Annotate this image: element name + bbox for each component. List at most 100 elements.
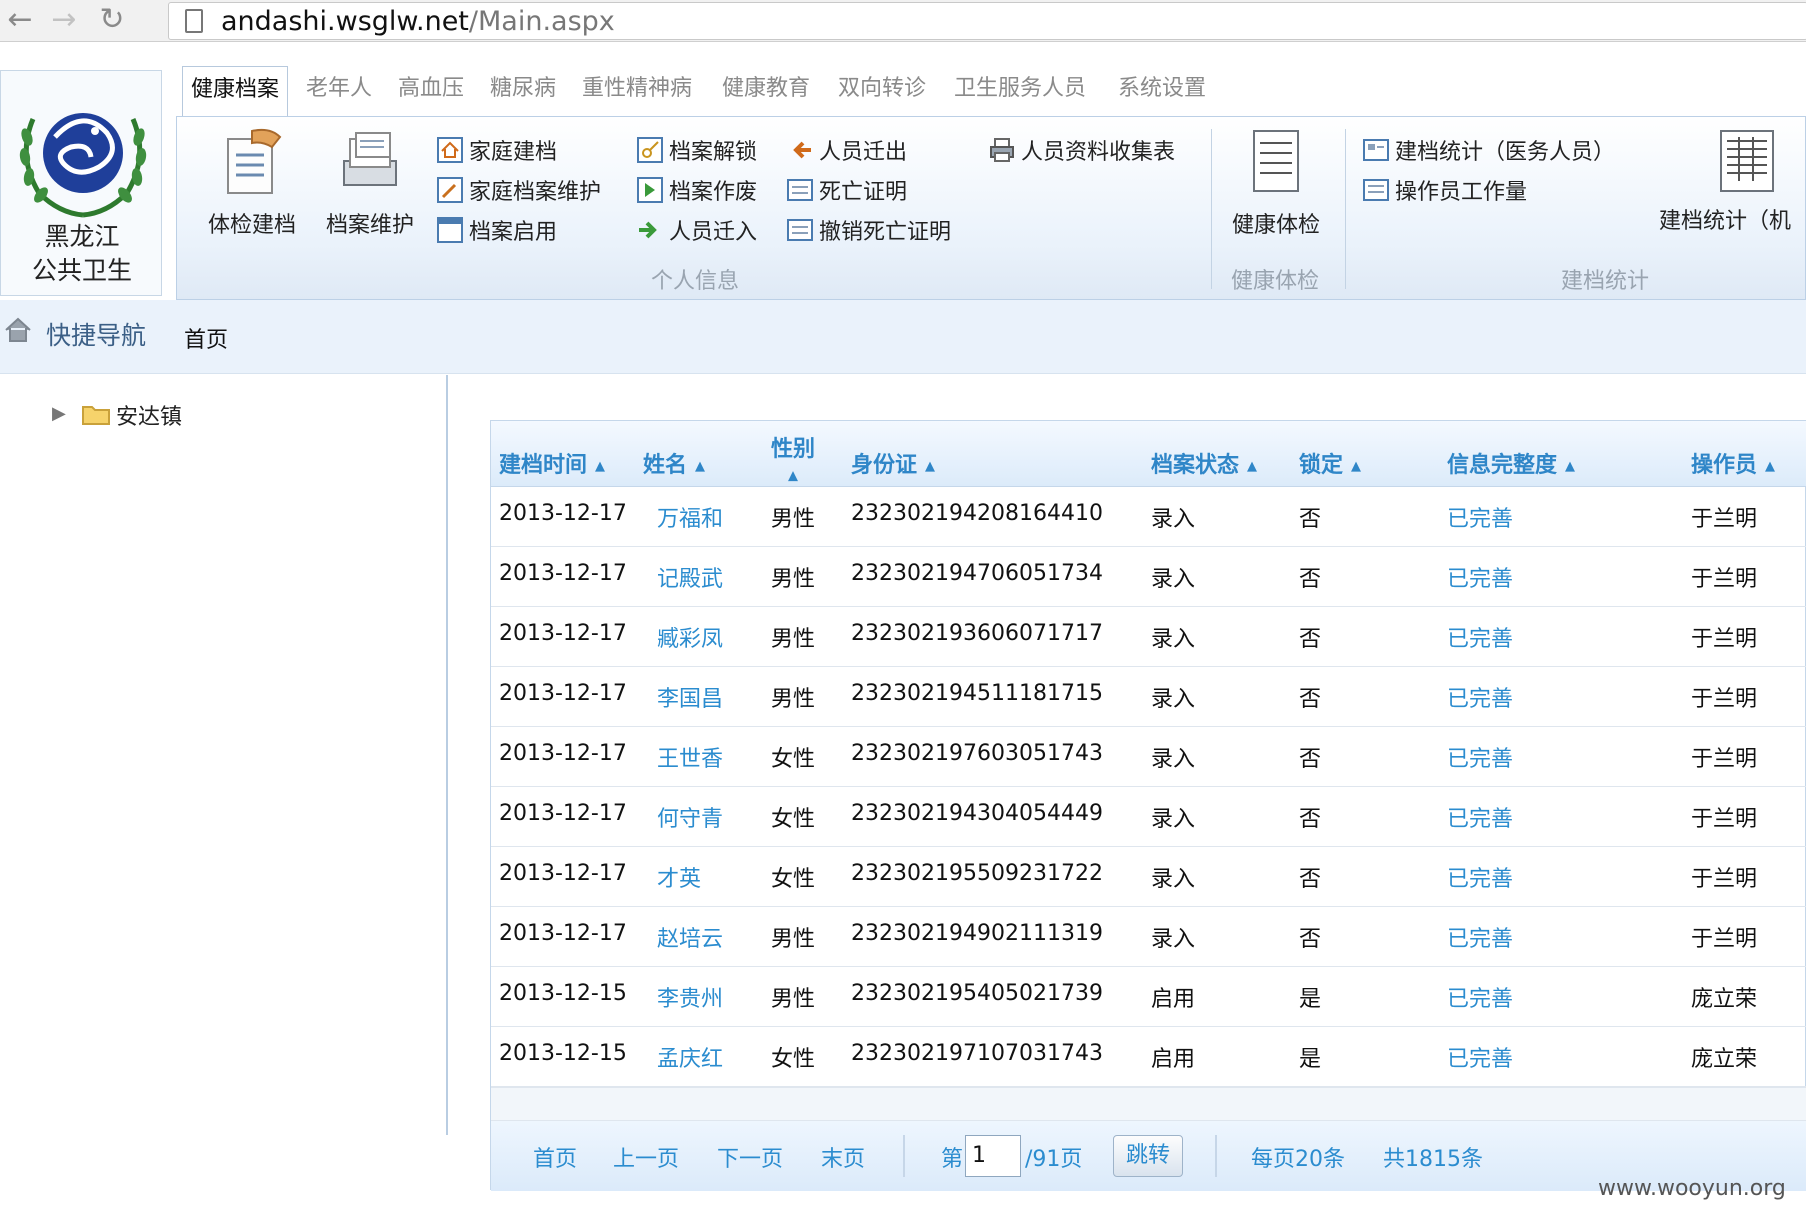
death-certificate-button[interactable]: 死亡证明 (787, 173, 907, 207)
data-collection-form-label: 人员资料收集表 (1021, 140, 1176, 165)
record-maintenance-button[interactable]: 档案维护 (315, 127, 425, 239)
cell-id: 232302194208164410 (851, 501, 1103, 526)
next-page-link[interactable]: 下一页 (717, 1141, 783, 1173)
table-row[interactable]: 2013-12-17 记殿武 男性 232302194706051734 录入 否 已完善 于… (491, 547, 1806, 607)
house-icon (437, 137, 463, 163)
tab-health-records[interactable]: 健康档案 (182, 66, 289, 118)
first-page-link[interactable]: 首页 (533, 1141, 577, 1173)
header-date[interactable]: 建档时间 ▲ (499, 447, 605, 479)
cell-completeness[interactable]: 已完善 (1447, 801, 1513, 833)
person-move-out-button[interactable]: 人员迁出 (787, 133, 907, 167)
reload-icon[interactable]: ↻ (94, 4, 130, 38)
record-void-button[interactable]: 档案作废 (637, 173, 757, 207)
stats-medical-staff-button[interactable]: 建档统计（医务人员） (1363, 133, 1615, 167)
jump-button[interactable]: 跳转 (1113, 1135, 1183, 1177)
record-unlock-button[interactable]: 档案解锁 (637, 133, 757, 167)
cell-id: 232302194902111319 (851, 921, 1103, 946)
file-cabinet-icon (343, 132, 397, 186)
breadcrumb: 快捷导航 首页 (0, 300, 1806, 374)
cell-name[interactable]: 赵培云 (657, 921, 723, 953)
url-text: andashi.wsglw.net/Main.aspx (221, 6, 615, 37)
forward-icon[interactable]: → (46, 4, 82, 38)
cell-gender: 男性 (771, 567, 816, 592)
cell-name[interactable]: 才英 (657, 861, 701, 893)
table-row[interactable]: 2013-12-17 何守青 女性 232302194304054449 录入 否 已完善 于… (491, 787, 1806, 847)
cell-completeness[interactable]: 已完善 (1447, 621, 1513, 653)
header-locked[interactable]: 锁定 ▲ (1299, 447, 1361, 479)
cell-name[interactable]: 王世香 (657, 741, 723, 773)
key-icon (637, 137, 663, 163)
cell-gender: 男性 (771, 507, 816, 532)
table-report-icon (1720, 130, 1774, 192)
tab-mental-illness[interactable]: 重性精神病 (582, 66, 692, 116)
cell-completeness[interactable]: 已完善 (1447, 561, 1513, 593)
cell-completeness[interactable]: 已完善 (1447, 1041, 1513, 1073)
prev-page-link[interactable]: 上一页 (613, 1141, 679, 1173)
cell-completeness[interactable]: 已完善 (1447, 681, 1513, 713)
table-row[interactable]: 2013-12-17 万福和 男性 232302194208164410 录入 否 已完善 于… (491, 487, 1806, 547)
tab-diabetes[interactable]: 糖尿病 (490, 66, 556, 116)
cell-gender: 男性 (771, 687, 816, 712)
cell-completeness[interactable]: 已完善 (1447, 861, 1513, 893)
cell-id: 232302193606071717 (851, 621, 1103, 646)
certificate-icon (787, 179, 813, 201)
family-record-maintenance-button[interactable]: 家庭档案维护 (437, 173, 601, 207)
data-collection-form-button[interactable]: 人员资料收集表 (989, 133, 1175, 167)
header-name[interactable]: 姓名 ▲ (643, 447, 705, 479)
page-icon (185, 9, 203, 33)
cell-name[interactable]: 记殿武 (657, 561, 723, 593)
person-move-in-button[interactable]: 人员迁入 (637, 213, 757, 247)
cell-name[interactable]: 万福和 (657, 501, 723, 533)
stats-organization-button[interactable]: 建档统计（机 (1659, 127, 1806, 235)
tab-hypertension[interactable]: 高血压 (398, 66, 464, 116)
cell-name[interactable]: 李贵州 (657, 981, 723, 1013)
cell-completeness[interactable]: 已完善 (1447, 501, 1513, 533)
logo-line1: 黑龙江 (44, 222, 120, 251)
cell-name[interactable]: 臧彩凤 (657, 621, 723, 653)
cell-locked: 是 (1299, 987, 1322, 1012)
cell-operator: 于兰明 (1691, 567, 1758, 592)
tab-health-education[interactable]: 健康教育 (722, 66, 810, 116)
breadcrumb-home[interactable]: 首页 (184, 322, 228, 354)
address-bar[interactable]: andashi.wsglw.net/Main.aspx (168, 2, 1806, 40)
table-row[interactable]: 2013-12-17 王世香 女性 232302197603051743 录入 否 已完善 于… (491, 727, 1806, 787)
cell-status: 录入 (1151, 627, 1196, 652)
table-row[interactable]: 2013-12-17 李国昌 男性 232302194511181715 录入 否 已完善 于… (491, 667, 1806, 727)
tab-system-settings[interactable]: 系统设置 (1118, 66, 1206, 116)
cell-name[interactable]: 何守青 (657, 801, 723, 833)
header-completeness[interactable]: 信息完整度 ▲ (1447, 447, 1575, 479)
health-exam-button[interactable]: 健康体检 (1221, 127, 1331, 239)
operator-workload-button[interactable]: 操作员工作量 (1363, 173, 1527, 207)
header-id[interactable]: 身份证 ▲ (851, 447, 935, 479)
cell-name[interactable]: 李国昌 (657, 681, 723, 713)
tab-health-staff[interactable]: 卫生服务人员 (954, 66, 1086, 116)
table-row[interactable]: 2013-12-17 臧彩凤 男性 232302193606071717 录入 否 已完善 于… (491, 607, 1806, 667)
table-row[interactable]: 2013-12-15 孟庆红 女性 232302197107031743 启用 是 已完善 庞… (491, 1027, 1806, 1087)
per-page-label[interactable]: 每页20条 (1251, 1141, 1345, 1173)
exam-create-record-button[interactable]: 体检建档 (197, 127, 307, 239)
table-row[interactable]: 2013-12-17 才英 女性 232302195509231722 录入 否 已完善 于兰… (491, 847, 1806, 907)
cell-completeness[interactable]: 已完善 (1447, 741, 1513, 773)
record-enable-button[interactable]: 档案启用 (437, 213, 557, 247)
revoke-death-certificate-button[interactable]: 撤销死亡证明 (787, 213, 951, 247)
cell-locked: 否 (1299, 507, 1322, 532)
last-page-link[interactable]: 末页 (821, 1141, 865, 1173)
cell-name[interactable]: 孟庆红 (657, 1041, 723, 1073)
tab-elderly[interactable]: 老年人 (306, 66, 372, 116)
expand-arrow-icon[interactable]: ▶ (52, 403, 66, 424)
table-row[interactable]: 2013-12-15 李贵州 男性 232302195405021739 启用 是 已完善 庞… (491, 967, 1806, 1027)
cell-gender: 男性 (771, 927, 816, 952)
tab-referral[interactable]: 双向转诊 (838, 66, 926, 116)
page-number-input[interactable]: 1 (965, 1135, 1021, 1177)
cell-completeness[interactable]: 已完善 (1447, 981, 1513, 1013)
header-status[interactable]: 档案状态 ▲ (1151, 447, 1257, 479)
back-icon[interactable]: ← (2, 4, 38, 38)
family-record-button[interactable]: 家庭建档 (437, 133, 557, 167)
cell-completeness[interactable]: 已完善 (1447, 921, 1513, 953)
table-row[interactable]: 2013-12-17 赵培云 男性 232302194902111319 录入 否 已完善 于… (491, 907, 1806, 967)
header-operator[interactable]: 操作员 ▲ (1691, 447, 1775, 479)
header-gender[interactable]: 性别 ▲ (771, 431, 815, 488)
cell-status: 启用 (1151, 987, 1196, 1012)
tree-node-label[interactable]: 安达镇 (116, 399, 182, 431)
cell-date: 2013-12-17 (499, 501, 627, 526)
